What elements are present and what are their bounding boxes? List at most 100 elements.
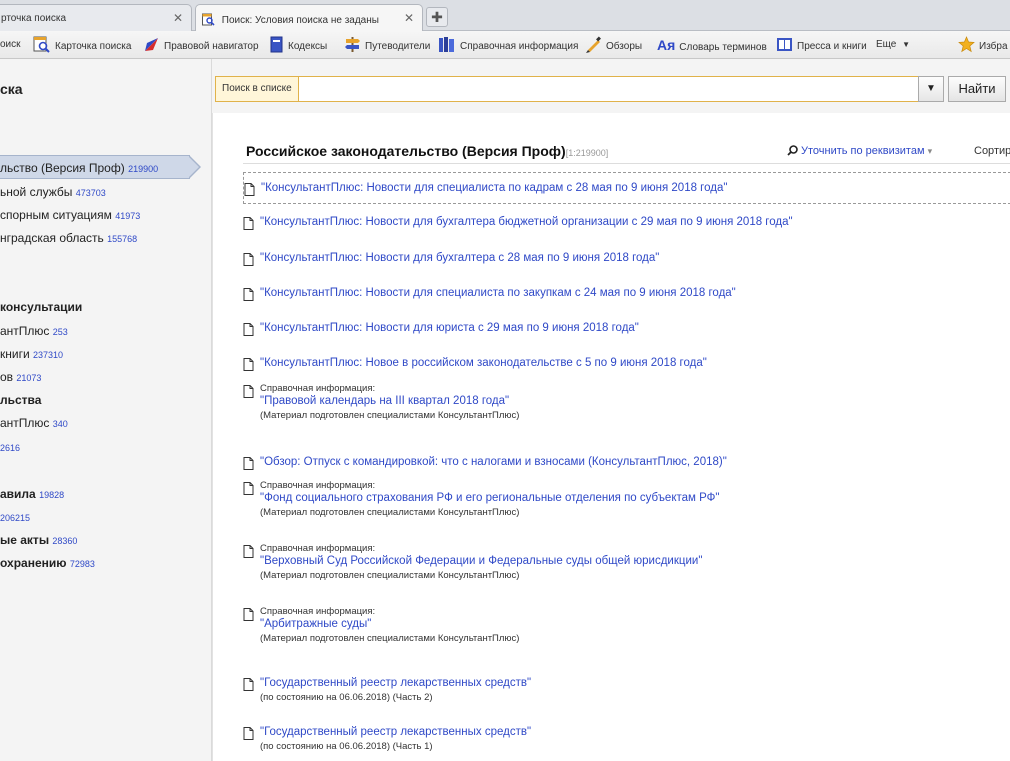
search-dropdown-button[interactable]: ▼ xyxy=(918,76,944,102)
toolbar-label: Словарь терминов xyxy=(679,42,767,53)
sidebar-item[interactable]: книги 237310 xyxy=(0,347,63,361)
document-item[interactable]: Справочная информация: "Правовой календар… xyxy=(243,383,1010,429)
toolbar-reference-info[interactable]: Справочная информация xyxy=(438,36,578,54)
sidebar-item[interactable]: антПлюс 340 xyxy=(0,416,68,430)
sidebar-item[interactable]: ьной службы 473703 xyxy=(0,185,106,199)
sidebar-item-count: 19828 xyxy=(39,490,65,500)
document-link[interactable]: "Государственный реестр лекарственных ср… xyxy=(260,677,531,689)
sidebar: ска льство (Версия Проф) 219900 ьной слу… xyxy=(0,59,212,761)
document-icon xyxy=(243,678,254,696)
document-item[interactable]: "КонсультантПлюс: Новости для специалист… xyxy=(243,278,1010,310)
chevron-down-icon: ▾ xyxy=(927,146,933,156)
document-link[interactable]: "Обзор: Отпуск с командировкой: что с на… xyxy=(260,456,727,468)
document-link[interactable]: "Верховный Суд Российской Федерации и Фе… xyxy=(260,555,702,567)
sidebar-item-label: нградская область xyxy=(0,231,104,245)
refine-by-requisites-button[interactable]: Уточнить по реквизитам ▾ xyxy=(787,145,932,159)
sidebar-item[interactable]: спорным ситуациям 41973 xyxy=(0,208,140,222)
sidebar-item-count: 219900 xyxy=(128,164,159,174)
sidebar-item[interactable]: ов 21073 xyxy=(0,370,41,384)
sidebar-item-count: 253 xyxy=(52,327,68,337)
results-panel: Российское законодательство (Версия Проф… xyxy=(212,113,1010,761)
document-item[interactable]: "Государственный реестр лекарственных ср… xyxy=(243,717,1010,752)
toolbar-search[interactable]: оиск xyxy=(0,36,21,54)
toolbar-codes[interactable]: Кодексы xyxy=(270,36,327,54)
document-item[interactable]: "КонсультантПлюс: Новости для бухгалтера… xyxy=(243,207,1010,239)
toolbar-favorites[interactable]: Избра xyxy=(958,36,1008,54)
document-icon xyxy=(243,217,254,235)
sidebar-item-count: 21073 xyxy=(16,373,42,383)
document-link[interactable]: "Арбитражные суды" xyxy=(260,618,371,630)
search-in-list-field[interactable]: Поиск в списке xyxy=(215,76,943,102)
close-icon[interactable]: ✕ xyxy=(404,11,414,25)
toolbar-label: Еще xyxy=(876,39,897,50)
toolbar-search-card[interactable]: Карточка поиска xyxy=(33,36,131,54)
document-note: (по состоянию на 06.06.2018) (Часть 2) xyxy=(260,692,433,703)
document-item[interactable]: "КонсультантПлюс: Новости для бухгалтера… xyxy=(243,243,1010,275)
document-link[interactable]: "КонсультантПлюс: Новости для юриста с 2… xyxy=(260,322,639,334)
toolbar-more[interactable]: Еще ▼ xyxy=(876,36,910,54)
document-link[interactable]: "КонсультантПлюс: Новости для бухгалтера… xyxy=(260,216,793,228)
document-icon xyxy=(243,253,254,271)
find-button[interactable]: Найти xyxy=(948,76,1006,102)
navigator-icon xyxy=(143,36,160,60)
toolbar-guides[interactable]: Путеводители xyxy=(344,36,430,54)
document-note: (по состоянию на 06.06.2018) (Часть 1) xyxy=(260,741,433,752)
document-prefix: Справочная информация: xyxy=(260,543,376,554)
dictionary-icon: Ая xyxy=(657,37,676,53)
sidebar-item-count: 72983 xyxy=(69,559,95,569)
document-link[interactable]: "Государственный реестр лекарственных ср… xyxy=(260,726,531,738)
document-item[interactable]: "Обзор: Отпуск с командировкой: что с на… xyxy=(243,447,1010,479)
document-link[interactable]: "КонсультантПлюс: Новости для специалист… xyxy=(260,287,736,299)
search-card-icon xyxy=(33,36,51,60)
sidebar-item-count: 206215 xyxy=(0,513,31,523)
sidebar-item-count: 237310 xyxy=(33,350,64,360)
sidebar-item[interactable]: льство (Версия Проф) 219900 xyxy=(0,161,158,175)
document-item[interactable]: "Государственный реестр лекарственных ср… xyxy=(243,668,1010,703)
document-link[interactable]: "Правовой календарь на III квартал 2018 … xyxy=(260,395,509,407)
sidebar-item-label: авила xyxy=(0,487,36,501)
search-input[interactable] xyxy=(308,79,918,99)
document-item[interactable]: "КонсультантПлюс: Новое в российском зак… xyxy=(243,348,1010,380)
sidebar-item[interactable]: авила 19828 xyxy=(0,487,64,501)
sidebar-item[interactable]: льства xyxy=(0,393,41,407)
toolbar-press-books[interactable]: Пресса и книги xyxy=(776,36,867,54)
sidebar-item-label: антПлюс xyxy=(0,416,50,430)
books-icon xyxy=(438,36,456,60)
sidebar-item[interactable]: нградская область 155768 xyxy=(0,231,137,245)
new-tab-button[interactable]: ✚ xyxy=(426,7,448,27)
tab-search-results[interactable]: Поиск: Условия поиска не заданы ✕ xyxy=(195,4,423,32)
document-item[interactable]: "КонсультантПлюс: Новости для юриста с 2… xyxy=(243,313,1010,345)
sidebar-item-label: ов xyxy=(0,370,14,384)
toolbar-label: Обзоры xyxy=(606,41,643,52)
sidebar-item[interactable]: 2616 xyxy=(0,440,20,454)
toolbar-dictionary[interactable]: Ая Словарь терминов xyxy=(657,36,767,54)
tab-search-card[interactable]: рточка поиска ✕ xyxy=(0,4,192,31)
sidebar-item-count: 2616 xyxy=(0,443,21,453)
document-item[interactable]: Справочная информация: "Верховный Суд Рос… xyxy=(243,543,1010,589)
sort-button[interactable]: Сортир xyxy=(974,145,1010,157)
document-item[interactable]: "КонсультантПлюс: Новости для специалист… xyxy=(243,172,1010,204)
document-item[interactable]: Справочная информация: "Арбитражные суды"… xyxy=(243,606,1010,652)
document-icon xyxy=(243,727,254,745)
close-icon[interactable]: ✕ xyxy=(173,11,183,25)
document-link[interactable]: "КонсультантПлюс: Новости для специалист… xyxy=(261,182,727,194)
header-divider xyxy=(243,163,1010,164)
sidebar-item-label: ьной службы xyxy=(0,185,73,199)
document-item[interactable]: Справочная информация: "Фонд социального … xyxy=(243,480,1010,526)
sidebar-item[interactable]: консультации xyxy=(0,300,82,314)
document-link[interactable]: "КонсультантПлюс: Новости для бухгалтера… xyxy=(260,252,659,264)
signpost-icon xyxy=(344,36,361,60)
document-link[interactable]: "КонсультантПлюс: Новое в российском зак… xyxy=(260,357,707,369)
document-icon xyxy=(243,545,254,563)
document-note: (Материал подготовлен специалистами Конс… xyxy=(260,507,520,518)
sidebar-item[interactable]: охранению 72983 xyxy=(0,556,95,570)
sidebar-item[interactable]: антПлюс 253 xyxy=(0,324,68,338)
toolbar-reviews[interactable]: Обзоры xyxy=(585,36,642,54)
search-label: Поиск в списке xyxy=(216,77,299,101)
toolbar-legal-navigator[interactable]: Правовой навигатор xyxy=(143,36,259,54)
sidebar-item[interactable]: ые акты 28360 xyxy=(0,533,77,547)
document-link[interactable]: "Фонд социального страхования РФ и его р… xyxy=(260,492,719,504)
sidebar-item[interactable]: 206215 xyxy=(0,510,30,524)
document-icon xyxy=(243,323,254,341)
chevron-down-icon: ▼ xyxy=(902,40,911,49)
